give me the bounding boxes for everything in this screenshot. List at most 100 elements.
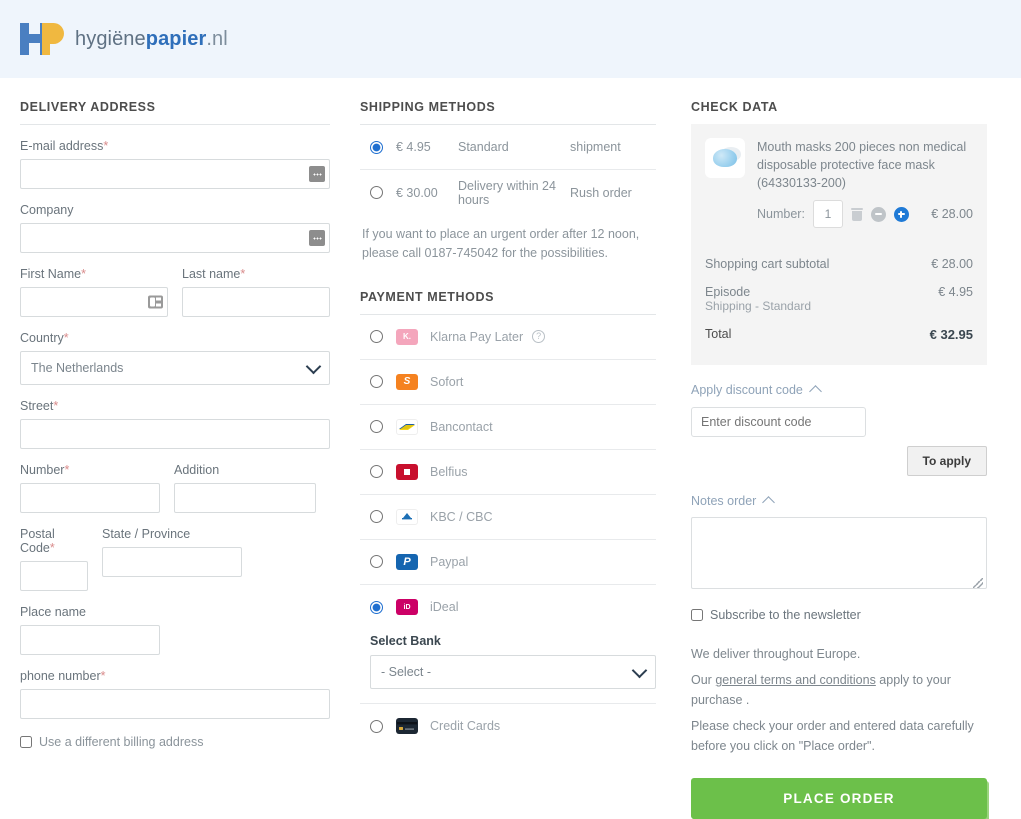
payment-radio-paypal[interactable] — [370, 555, 383, 569]
credit-cards-icon — [396, 718, 418, 735]
number-input[interactable] — [20, 483, 160, 513]
chevron-up-icon — [809, 385, 822, 399]
payment-option-sofort[interactable]: S Sofort — [360, 360, 656, 405]
field-country: Country* The Netherlands — [20, 331, 330, 385]
paypal-icon: P — [396, 553, 418, 570]
discount-code-input[interactable] — [691, 407, 866, 438]
payment-radio-credit-cards[interactable] — [370, 719, 383, 733]
shipping-methods-title: SHIPPING METHODS — [360, 100, 656, 125]
increase-quantity-icon[interactable] — [893, 206, 909, 222]
bank-select[interactable]: - Select - — [370, 654, 656, 689]
field-state: State / Province — [102, 527, 242, 591]
field-company: Company — [20, 203, 330, 253]
site-logo[interactable]: hygiënepapier.nl — [20, 23, 228, 55]
shipping-note: If you want to place an urgent order aft… — [362, 227, 640, 261]
payment-radio-bancontact[interactable] — [370, 420, 383, 434]
legal-text: We deliver throughout Europe. Our genera… — [691, 644, 987, 756]
field-number-row: Number* Addition — [20, 463, 330, 513]
payment-option-bancontact[interactable]: Bancontact — [360, 405, 656, 450]
newsletter-checkbox[interactable] — [691, 609, 703, 622]
autofill-icon — [309, 166, 325, 182]
item-price: € 28.00 — [931, 207, 973, 222]
help-icon[interactable]: ? — [532, 330, 546, 344]
shipping-name: Delivery within 24 hours — [458, 178, 556, 207]
field-name-row: First Name* Last name* — [20, 267, 330, 317]
email-input[interactable] — [20, 159, 330, 189]
billing-address-toggle[interactable]: Use a different billing address — [20, 735, 330, 749]
newsletter-toggle[interactable]: Subscribe to the newsletter — [691, 608, 987, 622]
company-label: Company — [20, 203, 74, 217]
site-header: hygiënepapier.nl — [0, 0, 1021, 78]
payment-name: iDeal — [430, 600, 459, 615]
delete-item-icon[interactable] — [850, 207, 863, 221]
bank-select-block: Select Bank - Select - — [360, 630, 656, 704]
bancontact-icon — [396, 418, 418, 435]
field-email: E-mail address* — [20, 139, 330, 189]
state-input[interactable] — [102, 547, 242, 577]
street-label: Street* — [20, 399, 59, 413]
logo-text-tld: .nl — [206, 27, 228, 50]
shipping-radio-rush[interactable] — [370, 186, 383, 199]
terms-and-conditions-link[interactable]: general terms and conditions — [715, 673, 876, 687]
field-number: Number* — [20, 463, 160, 513]
first-name-label: First Name* — [20, 267, 86, 281]
apply-discount-button[interactable]: To apply — [906, 446, 987, 477]
payment-option-ideal[interactable]: iD iDeal — [360, 585, 656, 630]
product-thumbnail — [705, 138, 745, 178]
postal-code-input[interactable] — [20, 561, 88, 591]
last-name-input[interactable] — [182, 287, 330, 317]
phone-input[interactable] — [20, 689, 330, 719]
payment-option-belfius[interactable]: Belfius — [360, 450, 656, 495]
payment-radio-klarna[interactable] — [370, 330, 383, 344]
checkout-page: DELIVERY ADDRESS E-mail address* Company… — [0, 78, 1021, 819]
subtotal-amount: € 28.00 — [931, 257, 973, 272]
payment-radio-ideal[interactable] — [370, 600, 383, 614]
street-input[interactable] — [20, 419, 330, 449]
autofill-icon — [309, 230, 325, 246]
product-name: Mouth masks 200 pieces non medical dispo… — [757, 140, 967, 191]
email-label: E-mail address* — [20, 139, 109, 153]
subtotal-label: Shopping cart subtotal — [705, 257, 830, 272]
payment-name: Credit Cards — [430, 719, 501, 734]
discount-code-toggle[interactable]: Apply discount code — [691, 383, 987, 399]
shipping-option-rush[interactable]: € 30.00 Delivery within 24 hours Rush or… — [360, 170, 656, 215]
total-amount: € 32.95 — [929, 327, 973, 343]
required-asterisk: * — [103, 139, 109, 153]
payment-radio-belfius[interactable] — [370, 465, 383, 479]
addition-input[interactable] — [174, 483, 316, 513]
payment-option-paypal[interactable]: P Paypal — [360, 540, 656, 585]
last-name-label: Last name* — [182, 267, 246, 281]
shipping-option-standard[interactable]: € 4.95 Standard shipment — [360, 125, 656, 170]
quantity-input[interactable] — [812, 200, 843, 229]
payment-option-kbc[interactable]: KBC / CBC — [360, 495, 656, 540]
logo-text-part1: hygiëne — [75, 27, 146, 50]
payment-option-credit-cards[interactable]: Credit Cards — [360, 704, 656, 749]
order-summary-column: CHECK DATA Mouth masks 200 pieces non me… — [691, 100, 987, 819]
place-name-input[interactable] — [20, 625, 160, 655]
phone-label: phone number* — [20, 669, 106, 683]
quantity-controls: Number: € 28.00 — [757, 200, 973, 229]
notes-order-toggle[interactable]: Notes order — [691, 494, 987, 510]
cart-item: Mouth masks 200 pieces non medical dispo… — [705, 138, 973, 229]
notes-order-textarea[interactable] — [691, 517, 987, 590]
logo-text-part2: papier — [145, 27, 207, 50]
legal-line-3: Please check your order and entered data… — [691, 719, 974, 754]
billing-address-checkbox[interactable] — [20, 736, 32, 748]
totals-block: Shopping cart subtotal € 28.00 Episode S… — [705, 250, 973, 349]
shipping-amount: € 4.95 — [938, 285, 973, 300]
shipping-payment-column: SHIPPING METHODS € 4.95 Standard shipmen… — [360, 100, 656, 819]
country-select[interactable]: The Netherlands — [20, 351, 330, 385]
newsletter-label: Subscribe to the newsletter — [710, 608, 861, 623]
first-name-input[interactable] — [20, 287, 168, 317]
payment-radio-sofort[interactable] — [370, 375, 383, 389]
addition-label: Addition — [174, 463, 220, 477]
place-order-button[interactable]: Place order — [691, 778, 987, 819]
cart-box: Mouth masks 200 pieces non medical dispo… — [691, 124, 987, 366]
shipping-radio-standard[interactable] — [370, 140, 383, 154]
payment-radio-kbc[interactable] — [370, 510, 383, 524]
company-input[interactable] — [20, 223, 330, 253]
payment-option-klarna[interactable]: K. Klarna Pay Later ? — [360, 315, 656, 360]
payment-name: Belfius — [430, 464, 468, 479]
decrease-quantity-icon[interactable] — [870, 206, 886, 222]
klarna-icon: K. — [396, 328, 418, 345]
